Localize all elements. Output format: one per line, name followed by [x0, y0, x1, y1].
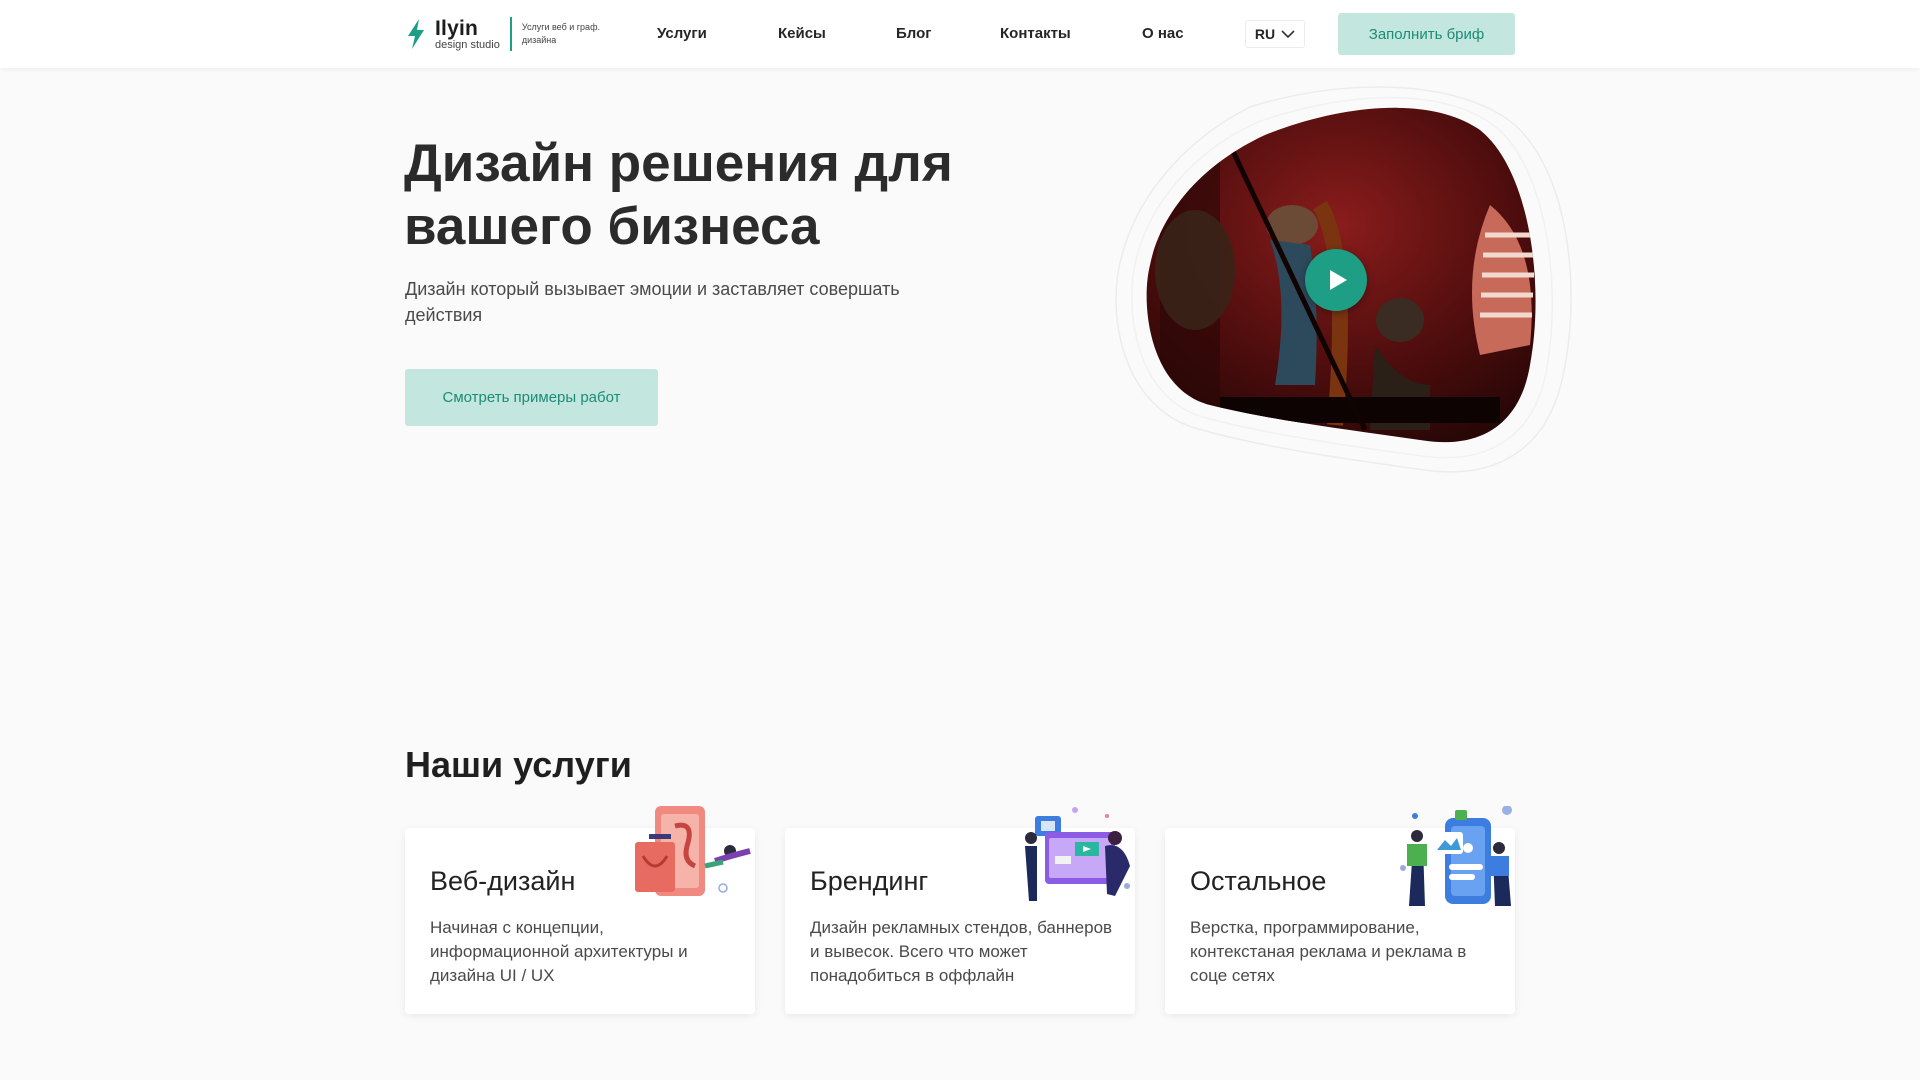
language-select[interactable]: RU: [1245, 20, 1305, 48]
service-card-description: Верстка, программирование, контекстаная …: [1190, 918, 1467, 985]
language-value: RU: [1254, 26, 1276, 42]
hero-video[interactable]: [1100, 85, 1580, 485]
service-card-title: Остальное: [1190, 866, 1327, 896]
nav-item-contacts[interactable]: Контакты: [1000, 25, 1071, 42]
service-card-description: Дизайн рекламных стендов, баннеров и выв…: [810, 918, 1113, 985]
hero-title: Дизайн решения для вашего бизнеса: [404, 134, 953, 256]
view-portfolio-button[interactable]: Смотреть примеры работ: [405, 369, 658, 426]
play-icon: [1330, 270, 1347, 290]
logo-tagline: Услуги веб и граф. дизайна: [521, 22, 600, 45]
nav-item-cases[interactable]: Кейсы: [778, 25, 826, 42]
logo-text: Ilyin design studio: [435, 18, 500, 51]
logo-subtitle: design studio: [435, 38, 500, 51]
service-card-description: Начиная с концепции, информационной архи…: [430, 918, 688, 985]
other-services-illustration: [1400, 806, 1512, 906]
play-button[interactable]: [1305, 249, 1367, 311]
service-card-web-design[interactable]: Веб-дизайн Начиная с концепции, информац…: [405, 806, 755, 1014]
nav-item-blog[interactable]: Блог: [896, 25, 932, 42]
service-card-title: Брендинг: [810, 866, 929, 896]
web-design-illustration: [635, 806, 751, 896]
logo[interactable]: Ilyin design studio Услуги веб и граф. д…: [405, 14, 602, 54]
fill-brief-button[interactable]: Заполнить бриф: [1338, 13, 1515, 55]
lightning-bolt-icon: [408, 19, 424, 49]
service-card-title: Веб-дизайн: [430, 866, 576, 896]
service-card-other[interactable]: Остальное Верстка, программирование, кон…: [1165, 806, 1515, 1014]
nav-item-about[interactable]: О нас: [1142, 25, 1184, 42]
branding-illustration: [1025, 807, 1130, 901]
logo-divider: [509, 17, 512, 51]
service-card-branding[interactable]: Брендинг Дизайн рекламных стендов, банне…: [785, 807, 1135, 1014]
chevron-down-icon: [1281, 29, 1295, 38]
nav-item-services[interactable]: Услуги: [657, 25, 707, 42]
logo-name: Ilyin: [435, 16, 479, 40]
site-header: Ilyin design studio Услуги веб и граф. д…: [0, 0, 1920, 68]
hero-subtitle: Дизайн который вызывает эмоции и заставл…: [405, 279, 900, 325]
services-title: Наши услуги: [405, 744, 632, 785]
